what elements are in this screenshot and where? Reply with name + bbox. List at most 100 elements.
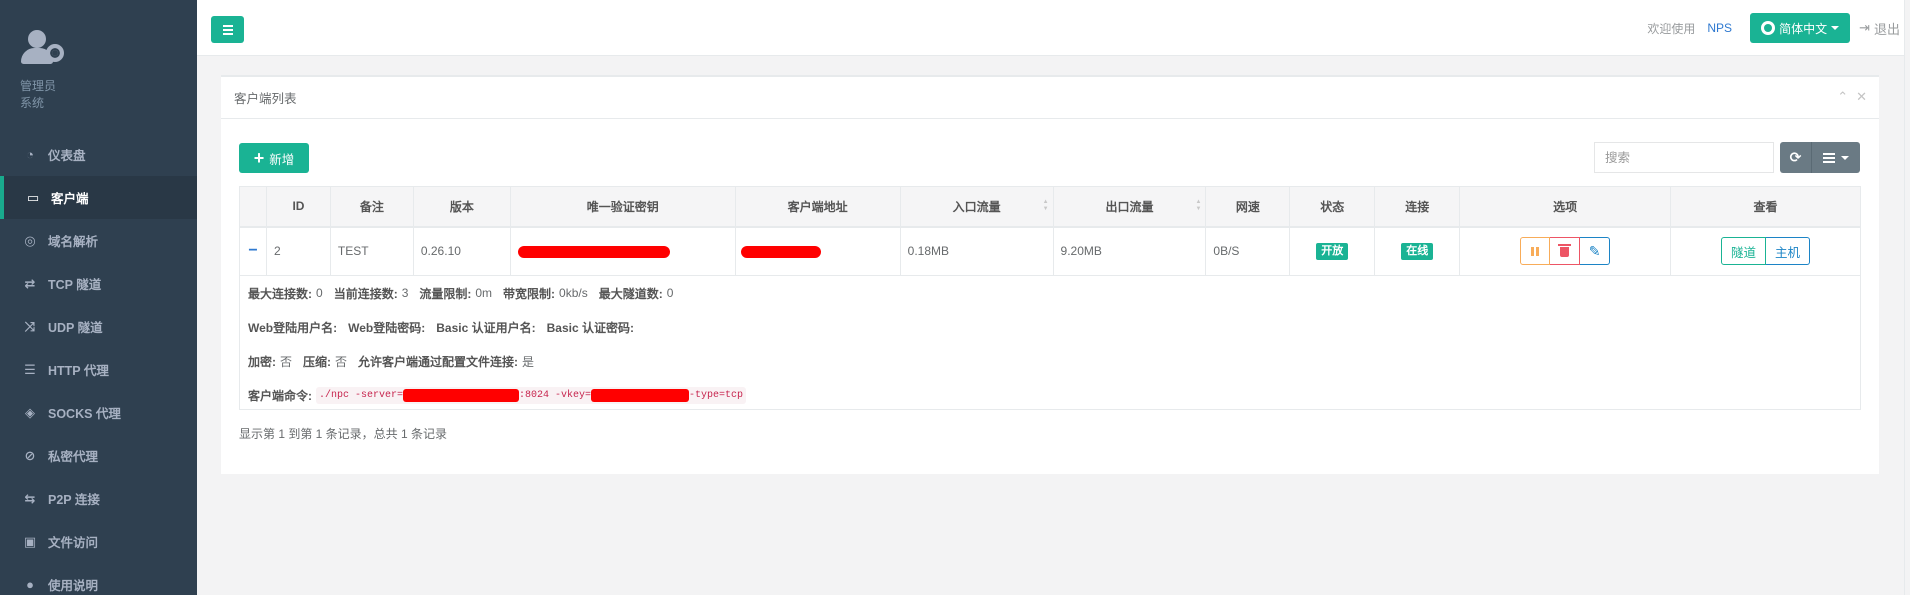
sidebar-item-dashboard[interactable]: ◔ 仪表盘 xyxy=(0,133,197,176)
redacted-vkey xyxy=(517,246,670,259)
pause-icon xyxy=(1531,246,1540,256)
panel-title: 客户端列表 xyxy=(234,92,297,106)
column-header-vkey[interactable]: 唯一验证密钥 xyxy=(509,186,736,228)
column-header-view: 查看 xyxy=(1670,186,1861,228)
logout-label: 退出 xyxy=(1873,21,1900,37)
sidebar-item-http[interactable]: ☰ HTTP 代理 xyxy=(0,348,197,391)
column-header-connection[interactable]: 连接 xyxy=(1374,186,1461,228)
search-input[interactable] xyxy=(1594,142,1774,173)
sidebar-item-label: TCP 隧道 xyxy=(48,278,102,292)
user-system: 系统 xyxy=(20,96,45,110)
label: 最大隧道数: xyxy=(598,286,663,301)
brand-link[interactable]: NPS xyxy=(1707,21,1732,35)
add-client-button[interactable]: + 新增 xyxy=(239,143,309,173)
column-header-out-traffic[interactable]: 出口流量 xyxy=(1052,186,1207,228)
connection-badge: 在线 xyxy=(1401,242,1434,260)
exchange-icon: ⇆ xyxy=(24,490,36,506)
retweet-icon: ⇄ xyxy=(24,275,36,291)
sidebar-item-label: 文件访问 xyxy=(48,536,99,550)
cell-remark: TEST xyxy=(329,226,414,276)
label: 压缩: xyxy=(303,354,332,369)
server-icon: ☰ xyxy=(24,361,36,377)
delete-button[interactable] xyxy=(1550,237,1581,266)
plus-icon: + xyxy=(253,148,265,168)
label: 允许客户端通过配置文件连接: xyxy=(358,354,519,369)
sidebar-item-file[interactable]: ▣ 文件访问 xyxy=(0,520,197,563)
value: 否 xyxy=(335,354,348,369)
panel-header: 客户端列表 ⌃ ✕ xyxy=(221,77,1879,119)
list-icon xyxy=(1823,152,1835,163)
redacted-server xyxy=(403,388,520,402)
columns-toggle-button[interactable] xyxy=(1812,142,1860,173)
view-host-button[interactable]: 主机 xyxy=(1766,237,1811,266)
briefcase-icon: ▣ xyxy=(23,533,37,549)
menu-toggle-button[interactable] xyxy=(211,16,244,43)
column-header-expand xyxy=(239,186,267,228)
cell-speed: 0B/S xyxy=(1205,226,1291,276)
cmd-prefix: ./npc -server= xyxy=(319,389,404,401)
pause-button[interactable] xyxy=(1520,237,1551,266)
shuffle-icon: ⤨ xyxy=(24,318,36,334)
column-header-options: 选项 xyxy=(1459,186,1672,228)
label: Web登陆用户名: xyxy=(248,320,338,335)
sidebar-item-domain[interactable]: ◎ 域名解析 xyxy=(0,219,197,262)
user-role: 管理员 xyxy=(20,79,57,93)
globe-icon xyxy=(1761,21,1776,35)
cmd-port: :8024 -vkey= xyxy=(519,389,592,401)
pagination-info: 显示第 1 到第 1 条记录，总共 1 条记录 xyxy=(239,427,448,441)
cell-id: 2 xyxy=(265,226,331,276)
cell-connection: 在线 xyxy=(1374,226,1461,276)
column-header-in-traffic[interactable]: 入口流量 xyxy=(899,186,1054,228)
column-header-remark[interactable]: 备注 xyxy=(329,186,414,228)
edit-button[interactable]: ✎ xyxy=(1580,237,1611,266)
cell-address xyxy=(734,226,901,276)
label: 最大连接数: xyxy=(248,286,312,301)
column-header-status[interactable]: 状态 xyxy=(1289,186,1376,228)
sidebar-item-label: P2P 连接 xyxy=(48,493,100,507)
label: 带宽限制: xyxy=(503,286,556,301)
detail-command: 客户端命令: ./npc -server= :8024 -vkey= -type… xyxy=(248,378,1860,412)
cell-out-traffic: 9.20MB xyxy=(1052,226,1207,276)
collapse-icon[interactable]: ⌃ xyxy=(1837,89,1848,105)
cell-in-traffic: 0.18MB xyxy=(899,226,1054,276)
redacted-vkey xyxy=(591,388,690,402)
status-badge: 开放 xyxy=(1316,242,1349,260)
layers-icon: ◈ xyxy=(25,404,35,420)
label: 当前连接数: xyxy=(333,286,398,301)
close-icon[interactable]: ✕ xyxy=(1856,89,1867,105)
column-header-address[interactable]: 客户端地址 xyxy=(734,186,901,228)
column-header-speed[interactable]: 网速 xyxy=(1205,186,1291,228)
label: 加密: xyxy=(248,354,276,369)
sidebar-item-help[interactable]: ● 使用说明 xyxy=(0,563,197,595)
detail-flags: 加密: 否 压缩: 否 允许客户端通过配置文件连接: 是 xyxy=(248,344,1860,378)
sidebar-item-socks[interactable]: ◈ SOCKS 代理 xyxy=(0,391,197,434)
sidebar-item-label: 使用说明 xyxy=(48,579,99,593)
column-header-version[interactable]: 版本 xyxy=(412,186,511,228)
sidebar-item-tcp[interactable]: ⇄ TCP 隧道 xyxy=(0,262,197,305)
sidebar-item-label: UDP 隧道 xyxy=(48,321,103,335)
refresh-button[interactable]: ⟳ xyxy=(1780,142,1812,173)
right-scrollbar[interactable] xyxy=(1904,0,1910,595)
user-settings-icon[interactable] xyxy=(20,28,68,68)
sidebar-item-p2p[interactable]: ⇆ P2P 连接 xyxy=(0,477,197,520)
top-right-nav: 欢迎使用 NPS 简体中文 ⇥ 退出 xyxy=(1647,13,1900,43)
sidebar: 管理员 系统 ◔ 仪表盘 ▭ 客户端 ◎ 域名解析 ⇄ TCP 隧道 ⤨ UDP… xyxy=(0,0,197,595)
detail-limits: 最大连接数: 0 当前连接数: 3 流量限制: 0m 带宽限制: 0kb/s 最大隧道数… xyxy=(248,276,1860,310)
client-table: ID 备注 版本 唯一验证密钥 客户端地址 入口流量 出口流量 网速 状态 连接… xyxy=(239,186,1861,276)
sidebar-item-label: 仪表盘 xyxy=(48,149,86,163)
lightbulb-icon: ● xyxy=(26,577,34,592)
view-tunnel-button[interactable]: 隧道 xyxy=(1721,237,1767,266)
column-header-id[interactable]: ID xyxy=(265,186,331,228)
client-command[interactable]: ./npc -server= :8024 -vkey= -type=tcp xyxy=(316,386,747,404)
collapse-row-icon[interactable]: − xyxy=(248,242,257,259)
sidebar-item-secret[interactable]: ⊘ 私密代理 xyxy=(0,434,197,477)
logout-link[interactable]: ⇥ 退出 xyxy=(1859,19,1900,38)
value: 0m xyxy=(475,286,493,300)
label: Web登陆密码: xyxy=(348,320,426,335)
sidebar-item-client[interactable]: ▭ 客户端 xyxy=(0,176,197,219)
language-dropdown[interactable]: 简体中文 xyxy=(1750,13,1851,43)
edit-icon: ✎ xyxy=(1588,242,1601,259)
sidebar-item-label: 客户端 xyxy=(51,192,89,206)
sidebar-item-udp[interactable]: ⤨ UDP 隧道 xyxy=(0,305,197,348)
add-label: 新增 xyxy=(269,152,295,167)
